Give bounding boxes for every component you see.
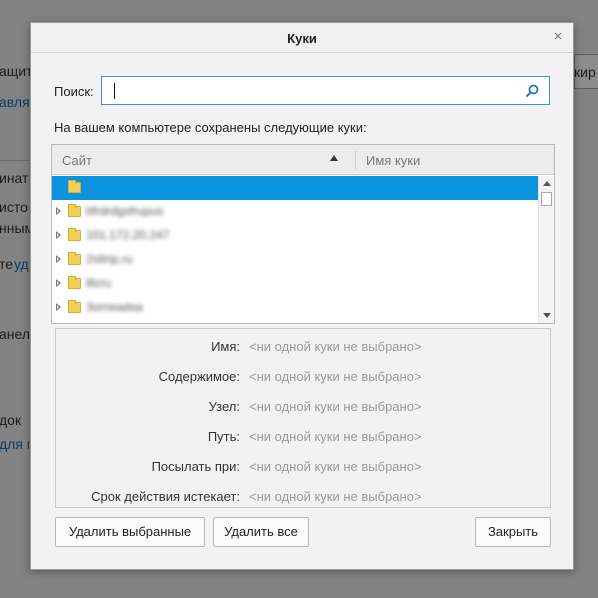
close-button[interactable]: Закрыть xyxy=(475,517,551,547)
search-field[interactable] xyxy=(101,76,550,105)
tree-row[interactable]: bfrdrdgsfrupus xyxy=(52,200,538,224)
folder-icon xyxy=(68,300,81,313)
detail-row: Посылать при: <ни одной куки не выбрано> xyxy=(56,457,552,477)
tree-row[interactable]: 3orneadsa xyxy=(52,296,538,320)
detail-row: Содержимое: <ни одной куки не выбрано> xyxy=(56,367,552,387)
expand-arrow-icon[interactable] xyxy=(56,279,61,287)
scroll-down-icon[interactable] xyxy=(543,313,551,318)
sort-ascending-icon xyxy=(330,155,338,161)
dialog-titlebar: Куки × xyxy=(31,23,573,53)
tree-rows: bfrdrdgsfrupus 101.172.20.247 2sttrip.ru… xyxy=(52,176,538,323)
detail-value: <ни одной куки не выбрано> xyxy=(249,399,422,414)
detail-label: Срок действия истекает: xyxy=(91,489,240,504)
expand-arrow-icon[interactable] xyxy=(56,231,61,239)
bg-text: те xyxy=(0,256,14,272)
detail-row: Узел: <ни одной куки не выбрано> xyxy=(56,397,552,417)
site-host: lltcru xyxy=(86,276,112,290)
site-host: 2sttrip.ru xyxy=(86,252,133,266)
text-caret xyxy=(114,83,115,99)
bg-divider xyxy=(0,160,30,161)
site-host: bfrdrdgsfrupus xyxy=(86,204,164,218)
folder-icon xyxy=(68,180,81,193)
bg-text: инат xyxy=(0,170,29,186)
tree-row[interactable]: lltcru xyxy=(52,272,538,296)
remove-all-button[interactable]: Удалить все xyxy=(213,517,309,547)
cookie-details: Имя: <ни одной куки не выбрано> Содержим… xyxy=(55,328,551,508)
bg-text: анел xyxy=(0,326,31,342)
cookies-description: На вашем компьютере сохранены следующие … xyxy=(54,120,367,135)
cookies-dialog: Куки × Поиск: На вашем компьютере сохран… xyxy=(30,22,574,570)
detail-row: Имя: <ни одной куки не выбрано> xyxy=(56,337,552,357)
expand-arrow-icon[interactable] xyxy=(56,303,61,311)
bg-link: уд xyxy=(14,256,29,272)
close-icon[interactable]: × xyxy=(549,28,567,46)
bg-text: док xyxy=(0,412,22,428)
scroll-up-icon[interactable] xyxy=(543,181,551,186)
detail-label: Имя: xyxy=(211,339,240,354)
detail-value: <ни одной куки не выбрано> xyxy=(249,339,422,354)
detail-value: <ни одной куки не выбрано> xyxy=(249,489,422,504)
column-cookie-name[interactable]: Имя куки xyxy=(366,153,420,168)
tree-row[interactable]: 101.172.20.247 xyxy=(52,224,538,248)
detail-value: <ни одной куки не выбрано> xyxy=(249,459,422,474)
site-host: 101.172.20.247 xyxy=(86,228,170,242)
detail-label: Путь: xyxy=(207,429,240,444)
site-host: 3orneadsa xyxy=(86,300,143,314)
column-separator[interactable] xyxy=(355,151,356,169)
search-label: Поиск: xyxy=(54,84,94,99)
detail-label: Посылать при: xyxy=(151,459,240,474)
tree-row[interactable]: 2sttrip.ru xyxy=(52,248,538,272)
bg-link: авля xyxy=(0,94,30,110)
search-input[interactable] xyxy=(112,82,512,100)
search-icon[interactable] xyxy=(524,83,540,99)
dialog-title: Куки xyxy=(287,31,317,46)
tree-scrollbar[interactable] xyxy=(538,176,554,323)
remove-selected-button[interactable]: Удалить выбранные xyxy=(55,517,205,547)
scroll-thumb[interactable] xyxy=(541,192,552,206)
detail-row: Путь: <ни одной куки не выбрано> xyxy=(56,427,552,447)
bg-text: кир xyxy=(574,64,596,80)
tree-header: Сайт Имя куки xyxy=(52,145,554,175)
bg-text: исто xyxy=(0,199,28,215)
tree-row[interactable] xyxy=(52,176,538,200)
detail-value: <ни одной куки не выбрано> xyxy=(249,369,422,384)
detail-value: <ни одной куки не выбрано> xyxy=(249,429,422,444)
folder-icon xyxy=(68,204,81,217)
cookie-tree[interactable]: Сайт Имя куки bfrdrdgsfrupus 101.172.20.… xyxy=(51,144,555,324)
column-site[interactable]: Сайт xyxy=(62,153,92,168)
detail-row: Срок действия истекает: <ни одной куки н… xyxy=(56,487,552,507)
expand-arrow-icon[interactable] xyxy=(56,207,61,215)
folder-icon xyxy=(68,228,81,241)
detail-label: Узел: xyxy=(208,399,240,414)
detail-label: Содержимое: xyxy=(158,369,240,384)
folder-icon xyxy=(68,252,81,265)
folder-icon xyxy=(68,276,81,289)
expand-arrow-icon[interactable] xyxy=(56,255,61,263)
